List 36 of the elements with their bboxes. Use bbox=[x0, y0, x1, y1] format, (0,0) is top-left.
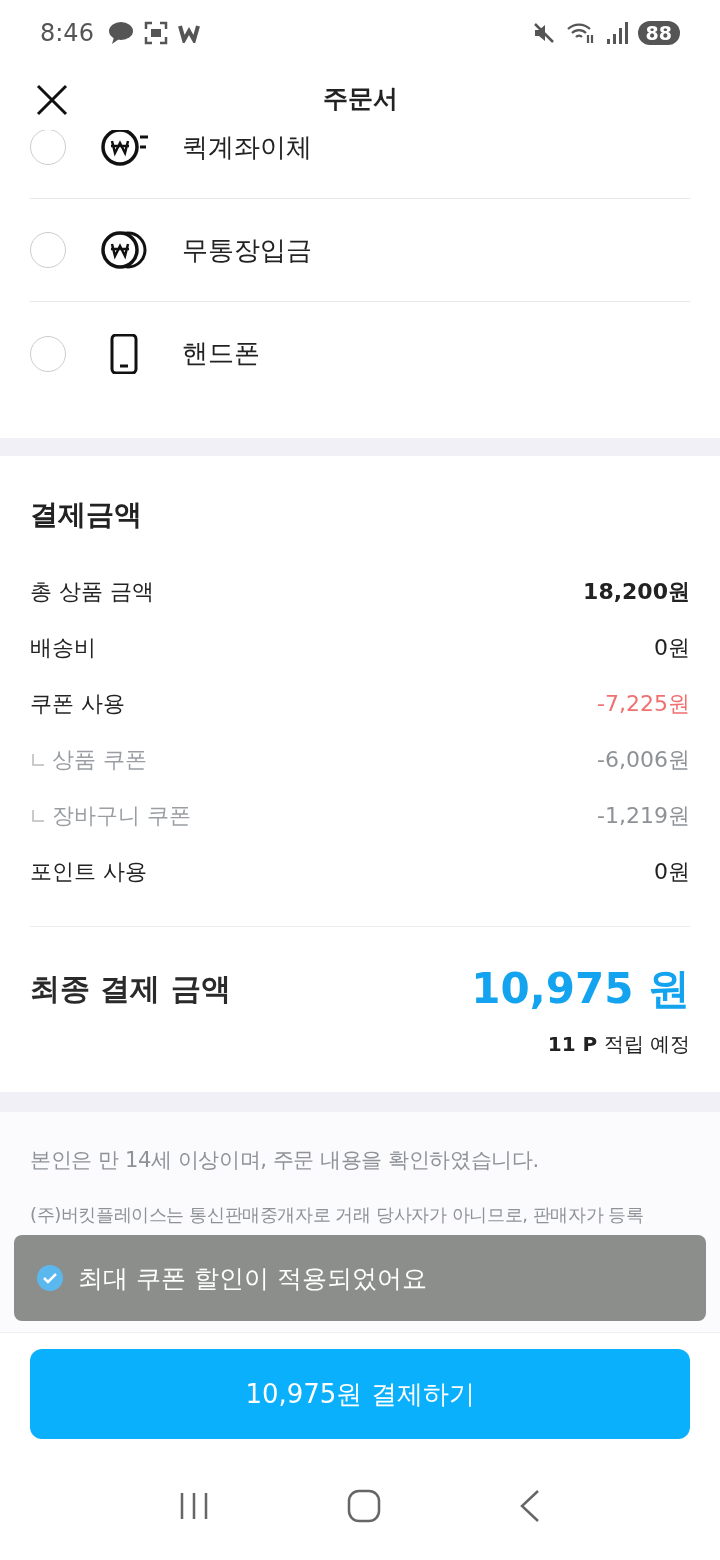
w-logo-icon bbox=[177, 23, 200, 43]
amount-value: 18,200원 bbox=[583, 578, 690, 606]
payment-method-label[interactable]: 핸드폰 bbox=[182, 336, 260, 371]
amount-label: 쿠폰 사용 bbox=[30, 690, 125, 718]
final-amount-value: 10,975 원 bbox=[471, 963, 690, 1015]
amount-label: 상품 쿠폰 bbox=[52, 746, 147, 774]
amount-label: 장바구니 쿠폰 bbox=[52, 802, 191, 830]
toast-message: 최대 쿠폰 할인이 적용되었어요 bbox=[78, 1262, 427, 1295]
indent-corner-icon bbox=[32, 810, 44, 822]
amount-value: 0원 bbox=[654, 858, 690, 886]
check-circle-icon bbox=[36, 1264, 64, 1292]
page-title: 주문서 bbox=[322, 82, 398, 115]
won-coin-icon bbox=[100, 130, 148, 169]
amount-value: -7,225원 bbox=[597, 690, 690, 718]
mute-icon bbox=[531, 21, 556, 45]
notice-text: (주)버킷플레이스는 통신판매중개자로 거래 당사자가 아니므로, 판매자가 등록 bbox=[30, 1203, 644, 1228]
amount-value: 0원 bbox=[654, 634, 690, 662]
image-scan-icon bbox=[143, 21, 168, 45]
amount-label: 총 상품 금액 bbox=[30, 578, 154, 606]
status-time: 8:46 bbox=[40, 19, 94, 47]
chat-bubble-icon bbox=[107, 21, 134, 45]
amount-value: -1,219원 bbox=[597, 802, 690, 830]
wifi-icon bbox=[565, 21, 596, 45]
won-coins-icon bbox=[100, 230, 148, 270]
signal-icon bbox=[605, 21, 628, 45]
amount-label: 배송비 bbox=[30, 634, 96, 662]
payment-method-label[interactable]: 무통장입금 bbox=[182, 232, 312, 268]
amount-value: -6,006원 bbox=[597, 746, 690, 774]
notice-text: 본인은 만 14세 이상이며, 주문 내용을 확인하였습니다. bbox=[30, 1147, 539, 1174]
amount-label: 포인트 사용 bbox=[30, 858, 147, 886]
payment-method-label[interactable]: 퀵계좌이체 bbox=[182, 130, 312, 165]
battery-level: 88 bbox=[637, 21, 680, 45]
points-note: 11 P 적립 예정 bbox=[546, 1031, 690, 1058]
final-amount-label: 최종 결제 금액 bbox=[30, 969, 231, 1008]
indent-corner-icon bbox=[32, 754, 44, 766]
section-title: 결제금액 bbox=[30, 497, 143, 533]
